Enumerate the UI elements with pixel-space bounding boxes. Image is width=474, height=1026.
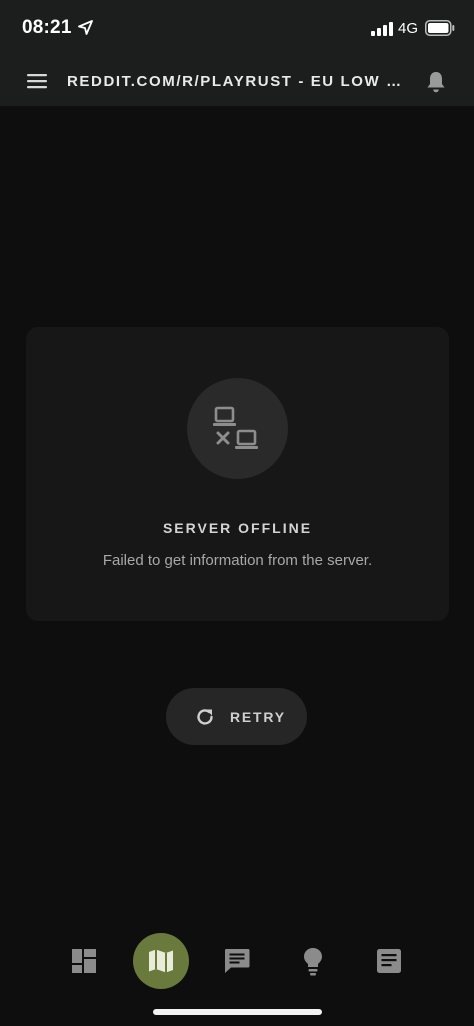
bell-icon[interactable]: [425, 70, 447, 94]
retry-button[interactable]: RETRY: [166, 688, 307, 745]
nav-map[interactable]: [133, 933, 189, 989]
dashboard-icon: [72, 949, 96, 973]
server-title: REDDIT.COM/R/PLAYRUST - EU LOW POP: [67, 73, 409, 90]
retry-label: RETRY: [230, 709, 286, 725]
offline-icon-container: [187, 378, 288, 479]
nav-notes[interactable]: [375, 947, 403, 980]
server-offline-card: SERVER OFFLINE Failed to get information…: [26, 327, 449, 621]
map-icon: [149, 949, 173, 973]
lightbulb-icon: [304, 948, 322, 976]
network-type-label: 4G: [398, 20, 419, 37]
location-arrow-icon: [78, 20, 93, 35]
chat-icon: [225, 949, 250, 973]
battery-icon: [425, 20, 455, 36]
refresh-icon: [197, 709, 213, 725]
home-indicator[interactable]: [153, 1009, 322, 1015]
offline-title: SERVER OFFLINE: [162, 520, 313, 536]
status-bar: 08:21 4G: [0, 0, 474, 56]
cellular-signal-icon: [371, 22, 393, 36]
nav-chat[interactable]: [223, 947, 251, 980]
app-bar: REDDIT.COM/R/PLAYRUST - EU LOW POP: [0, 56, 474, 106]
article-icon: [377, 949, 401, 973]
network-offline-icon: [213, 406, 258, 449]
nav-ideas[interactable]: [300, 946, 326, 981]
menu-icon[interactable]: [27, 73, 47, 89]
status-time: 08:21: [22, 17, 72, 38]
bottom-navigation: [0, 930, 474, 1000]
offline-message: Failed to get information from the serve…: [102, 552, 373, 569]
nav-dashboard[interactable]: [70, 947, 98, 980]
